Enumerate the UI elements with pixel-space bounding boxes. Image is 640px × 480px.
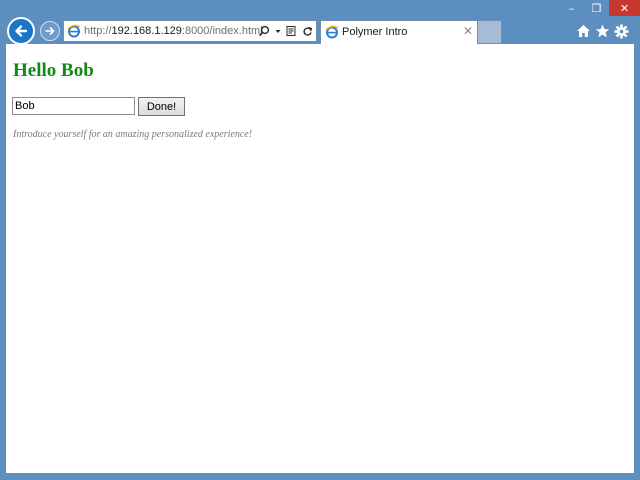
home-icon [577,25,590,37]
done-button[interactable]: Done! [138,97,185,116]
url-rest: :8000/index.html [181,25,263,37]
favorites-star-icon [595,24,610,38]
greeting-heading: Hello Bob [13,60,94,81]
page-viewport: Hello Bob Done! Introduce yourself for a… [6,44,634,473]
favorites-button[interactable] [594,21,611,41]
minimize-button[interactable]: – [559,0,584,16]
ie-tab-icon [325,25,339,39]
ie-page-icon [67,24,81,38]
name-input[interactable] [12,97,135,115]
gear-icon [613,23,629,39]
search-icon[interactable] [258,25,270,37]
browser-window: – ❐ ✕ http://192.168.1.129:8000/index.ht… [0,0,640,480]
refresh-icon[interactable] [302,25,313,37]
back-arrow-icon [15,25,28,37]
url-host: 192.168.1.129 [111,25,182,37]
tab-polymer-intro[interactable]: Polymer Intro ✕ [320,20,478,44]
forward-button[interactable] [40,21,60,41]
dropdown-icon[interactable] [275,25,281,37]
compatibility-view-icon[interactable] [286,25,297,37]
tools-button[interactable] [612,21,630,41]
navigation-bar: http://192.168.1.129:8000/index.html Pol… [0,16,640,45]
intro-text: Introduce yourself for an amazing person… [13,129,253,140]
close-window-button[interactable]: ✕ [609,0,640,16]
address-bar[interactable]: http://192.168.1.129:8000/index.html [63,20,317,42]
url-text[interactable]: http://192.168.1.129:8000/index.html [84,24,263,38]
url-prefix: http:// [84,25,112,37]
title-bar: – ❐ ✕ [0,0,640,16]
home-button[interactable] [575,21,592,41]
address-bar-tools [258,23,313,39]
maximize-button[interactable]: ❐ [584,0,609,16]
tab-close-icon[interactable]: ✕ [463,24,473,38]
back-button[interactable] [7,17,35,45]
tab-title: Polymer Intro [342,26,408,38]
forward-arrow-icon [45,27,55,35]
new-tab-button[interactable] [478,20,502,44]
